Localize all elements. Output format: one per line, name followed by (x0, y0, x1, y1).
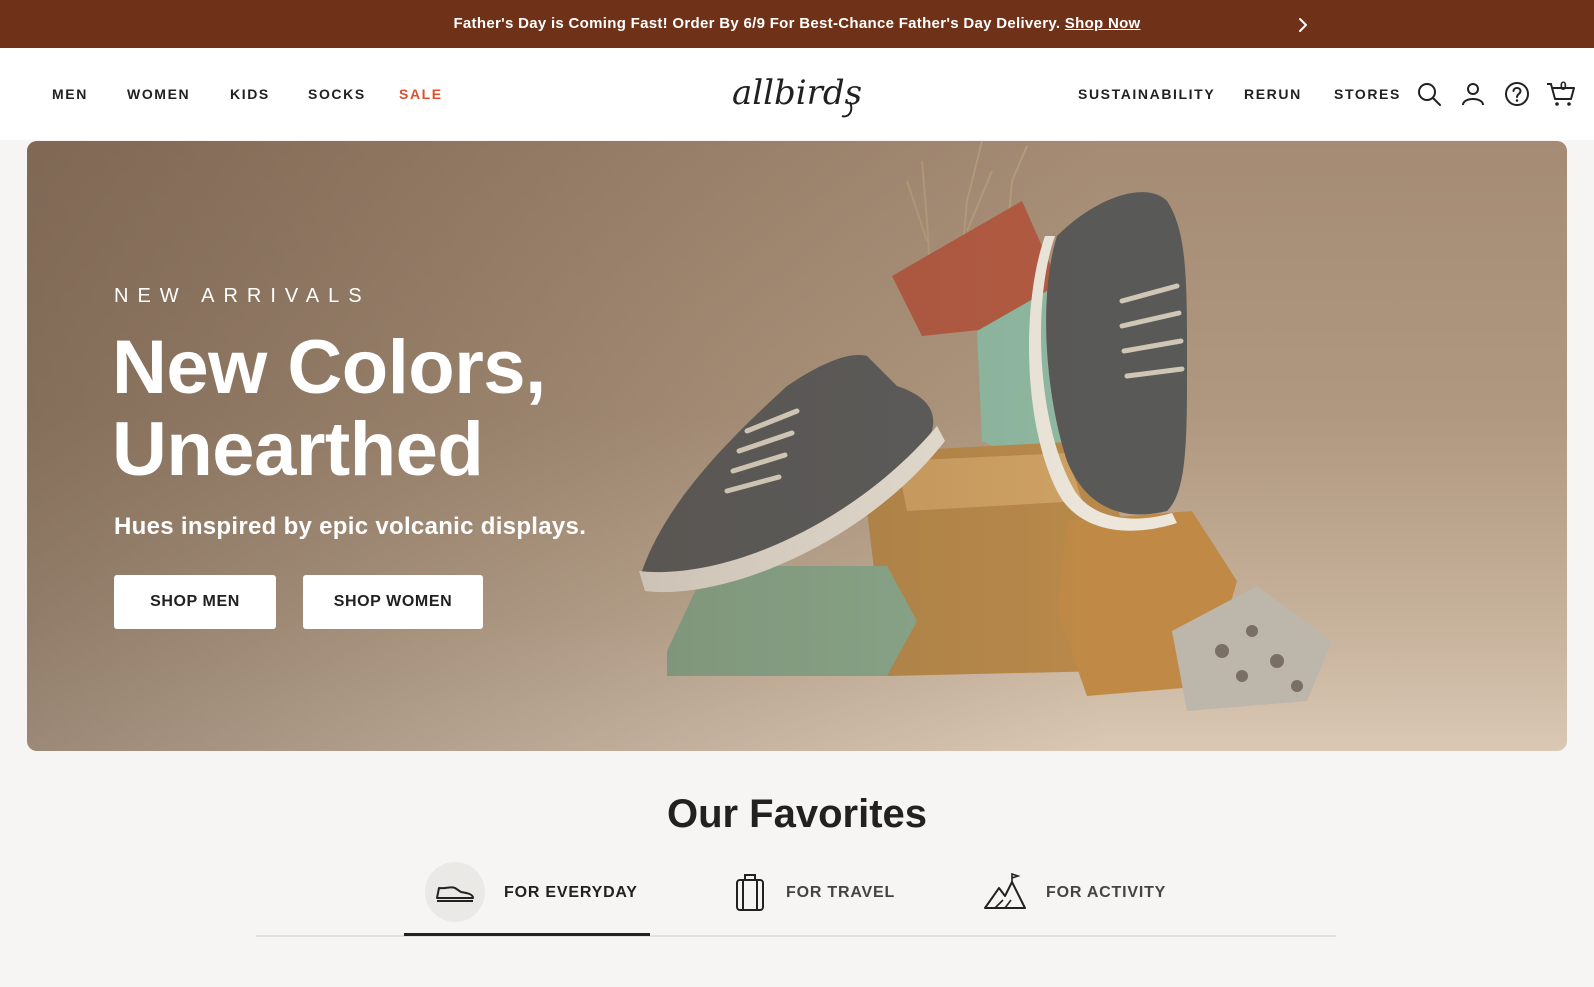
hero-eyebrow: NEW ARRIVALS (114, 285, 371, 307)
mountain-icon (984, 872, 1026, 909)
nav-women[interactable]: WOMEN (127, 86, 190, 102)
tab-for-travel[interactable]: FOR TRAVEL (720, 862, 910, 924)
allbirds-logo[interactable]: allbirds (730, 68, 865, 120)
nav-stores[interactable]: STORES (1334, 86, 1401, 102)
cart-button[interactable]: 0 (1546, 79, 1576, 107)
nav-men[interactable]: MEN (52, 86, 88, 102)
announcement-shop-now-link[interactable]: Shop Now (1065, 15, 1141, 32)
suitcase-icon (736, 874, 764, 911)
nav-rerun[interactable]: RERUN (1244, 86, 1302, 102)
shop-women-button[interactable]: SHOP WOMEN (303, 575, 483, 629)
hero-headline: New Colors, Unearthed (112, 327, 712, 491)
hero-banner[interactable]: NEW ARRIVALS New Colors, Unearthed Hues … (27, 141, 1567, 751)
tab-selected-indicator (404, 933, 650, 936)
help-icon[interactable] (1504, 81, 1530, 107)
hero-subhead: Hues inspired by epic volcanic displays. (114, 513, 587, 540)
nav-sale[interactable]: SALE (399, 86, 443, 102)
announcement-text-row: Father's Day is Coming Fast! Order By 6/… (0, 15, 1594, 32)
tab-icon-circle (425, 862, 485, 922)
logo-text: allbirds (732, 73, 862, 113)
tab-icon-circle (975, 862, 1035, 922)
tab-label-activity: FOR ACTIVITY (1046, 884, 1167, 901)
tab-icon-circle (720, 862, 780, 922)
sneaker-icon (436, 886, 474, 902)
announcement-bar: Father's Day is Coming Fast! Order By 6/… (0, 0, 1594, 48)
shop-men-button[interactable]: SHOP MEN (114, 575, 276, 629)
search-icon[interactable] (1416, 81, 1442, 107)
tab-label-everyday: FOR EVERYDAY (504, 884, 638, 901)
hero-headline-line2: Unearthed (112, 407, 484, 492)
tab-for-activity[interactable]: FOR ACTIVITY (975, 862, 1175, 924)
chevron-right-icon[interactable] (1292, 14, 1314, 36)
account-icon[interactable] (1460, 81, 1486, 107)
announcement-message: Father's Day is Coming Fast! Order By 6/… (453, 15, 1061, 32)
tab-for-everyday[interactable]: FOR EVERYDAY (425, 862, 640, 924)
nav-socks[interactable]: SOCKS (308, 86, 366, 102)
site-header: MEN WOMEN KIDS SOCKS SALE allbirds SUSTA… (0, 48, 1594, 140)
favorites-title: Our Favorites (666, 792, 928, 836)
cart-count: 0 (1560, 79, 1567, 93)
nav-kids[interactable]: KIDS (230, 86, 270, 102)
nav-sustainability[interactable]: SUSTAINABILITY (1078, 86, 1215, 102)
hero-headline-line1: New Colors, (112, 325, 546, 410)
tab-label-travel: FOR TRAVEL (786, 884, 896, 901)
